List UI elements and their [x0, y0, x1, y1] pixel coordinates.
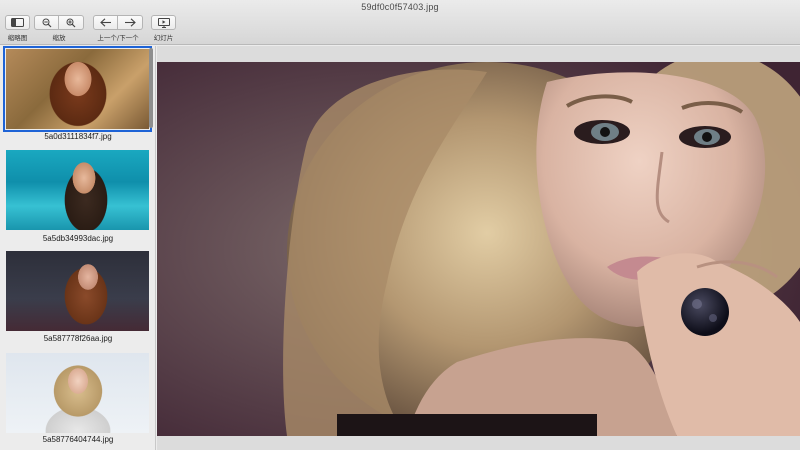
zoom-in-button[interactable]	[59, 15, 84, 30]
navigation-label: 上一个/下一个	[97, 34, 139, 42]
previous-button[interactable]	[93, 15, 118, 30]
zoom-out-button[interactable]	[34, 15, 59, 30]
slideshow-button[interactable]	[151, 15, 176, 30]
arrow-left-icon	[99, 18, 111, 27]
slideshow-label: 幻灯片	[153, 34, 174, 42]
thumbnail-item[interactable]: 5a587778f26aa.jpg	[0, 250, 150, 350]
portrait-photo	[157, 62, 800, 436]
thumbnail-filename: 5a58776404744.jpg	[42, 435, 114, 444]
sidebar-toggle-button[interactable]	[5, 15, 30, 30]
main-image	[157, 62, 800, 436]
image-viewer[interactable]	[157, 46, 800, 450]
thumbnail-item[interactable]: 5a58776404744.jpg	[0, 351, 150, 450]
arrow-right-icon	[125, 18, 136, 27]
navigation-group: 上一个/下一个	[93, 15, 143, 42]
sidebar-scrollbar[interactable]	[149, 48, 153, 128]
slideshow-icon	[157, 17, 170, 28]
sidebar-toggle-group: 缩略图	[5, 15, 30, 42]
thumbnail-image[interactable]	[3, 46, 152, 132]
thumbnail-image[interactable]	[6, 353, 149, 433]
zoom-label: 缩放	[52, 34, 66, 42]
thumbnail-item[interactable]: 5a5db34993dac.jpg	[0, 150, 150, 250]
thumbnail-item[interactable]: 5a0d3111834f7.jpg	[0, 46, 152, 148]
zoom-out-icon	[42, 18, 51, 27]
window-title: 59df0c0f57403.jpg	[361, 2, 439, 12]
next-button[interactable]	[118, 15, 143, 30]
sidebar-toggle-label: 缩略图	[7, 34, 28, 42]
thumbnail-sidebar[interactable]: 5a0d3111834f7.jpg 5a5db34993dac.jpg 5a58…	[0, 46, 156, 450]
zoom-group: 缩放	[34, 15, 84, 42]
thumbnail-image[interactable]	[6, 251, 149, 331]
sidebar-icon	[11, 18, 24, 27]
thumbnail-image[interactable]	[6, 150, 149, 230]
toolbar: 59df0c0f57403.jpg 缩略图 缩放 上一个/下一个 幻灯片	[0, 0, 800, 45]
thumbnail-filename: 5a0d3111834f7.jpg	[44, 132, 112, 141]
zoom-in-icon	[66, 18, 76, 27]
thumbnail-filename: 5a587778f26aa.jpg	[43, 334, 113, 343]
thumbnail-filename: 5a5db34993dac.jpg	[42, 234, 114, 243]
slideshow-group: 幻灯片	[151, 15, 176, 42]
